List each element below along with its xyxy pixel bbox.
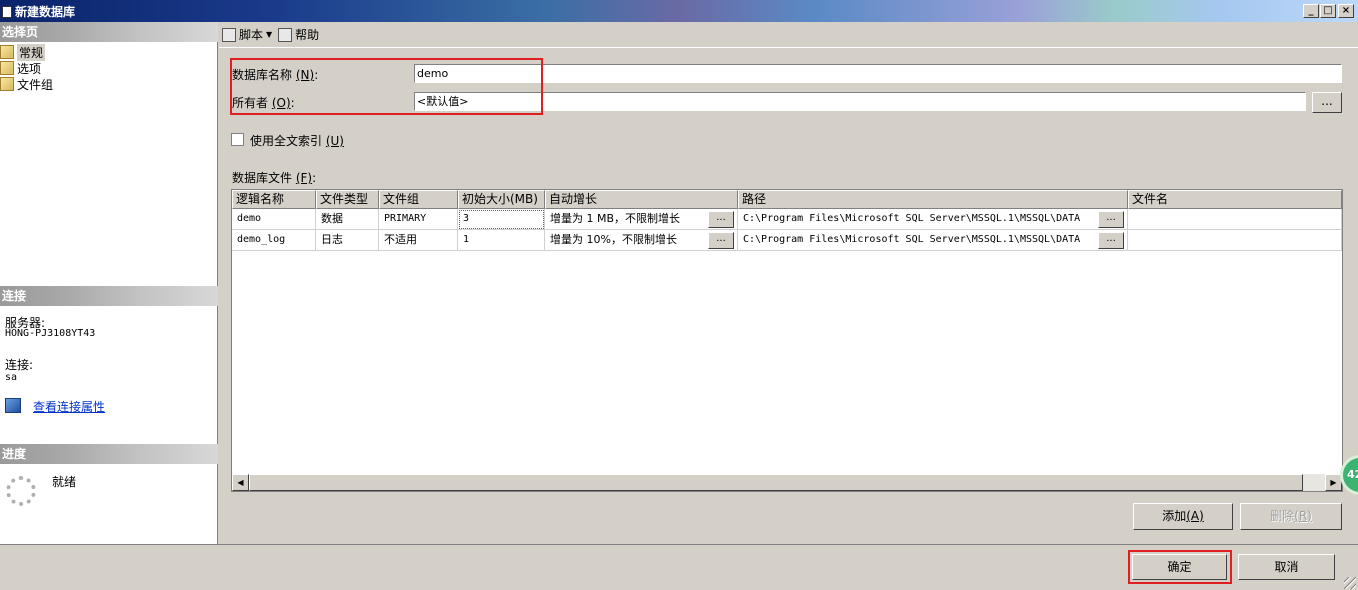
horizontal-scrollbar[interactable]: ◀ ▶ [232,474,1342,491]
progress-header: 进度 [0,444,218,464]
nav-item-filegroups[interactable]: 文件组 [0,76,53,92]
toolbar: 脚本 ▼ 帮助 [219,22,1358,48]
path-browse-button[interactable]: ... [1098,211,1124,228]
progress-status: 就绪 [52,475,77,489]
column-header-file-name[interactable]: 文件名 [1128,190,1342,209]
help-icon [278,27,293,42]
database-files-grid: 逻辑名称 文件类型 文件组 初始大小(MB) 自动增长 路径 文件名 demo … [231,189,1343,492]
column-header-path[interactable]: 路径 [738,190,1128,209]
remove-button[interactable]: 删除(R) [1240,503,1342,530]
fulltext-label: 使用全文索引 (U) [250,132,344,149]
nav-item-label: 常规 [17,43,46,61]
cell-initial-size[interactable]: 1 [458,230,545,251]
add-button-label: 添加 [1162,509,1187,523]
autogrowth-browse-button[interactable]: ... [708,211,734,228]
page-icon [0,45,14,59]
path-browse-button[interactable]: ... [1098,232,1124,249]
owner-browse-button[interactable]: ... [1312,92,1342,113]
db-name-input[interactable]: demo [414,64,1342,83]
connection-header: 连接 [0,286,218,306]
window-title: 新建数据库 [2,3,75,20]
cell-filegroup[interactable]: PRIMARY [379,209,458,230]
help-button[interactable]: 帮助 [278,26,319,43]
restore-button[interactable]: □ [1320,4,1336,18]
cell-initial-size[interactable]: 3 [458,209,545,230]
cell-path[interactable]: C:\Program Files\Microsoft SQL Server\MS… [738,209,1128,230]
owner-input[interactable]: <默认值> [414,92,1306,111]
cell-file-name[interactable] [1128,230,1342,251]
script-menu-button[interactable]: 脚本 ▼ [222,26,272,43]
view-connection-properties-link[interactable]: 查看连接属性 [33,398,105,415]
connection-label: 连接: [5,358,34,372]
highlight-box-name-owner [230,58,543,115]
left-panel: 选择页 常规 选项 文件组 连接 服务器: HONG-PJ3108YT43 连接… [0,22,218,544]
column-header-filegroup[interactable]: 文件组 [379,190,458,209]
progress-spinner-icon [6,476,36,506]
resize-grip-icon[interactable] [1344,577,1356,589]
db-files-label-text: 数据库文件 [232,171,293,185]
nav-item-options[interactable]: 选项 [0,60,41,76]
db-files-label: 数据库文件 (F): [232,171,317,185]
chevron-down-icon: ▼ [266,30,273,39]
bottom-bar: 确定 取消 [0,544,1358,590]
close-button[interactable]: × [1338,4,1354,18]
cell-file-type[interactable]: 数据 [316,209,379,230]
connection-value: sa [5,372,18,383]
cell-file-type[interactable]: 日志 [316,230,379,251]
nav-item-label: 文件组 [17,77,54,92]
db-files-access-key: (F) [295,171,313,185]
cell-path[interactable]: C:\Program Files\Microsoft SQL Server\MS… [738,230,1128,251]
connection-properties-icon[interactable] [5,398,21,413]
server-value: HONG-PJ3108YT43 [5,328,96,339]
fulltext-access-key: (U) [325,134,344,148]
select-page-header: 选择页 [0,22,218,42]
column-header-file-type[interactable]: 文件类型 [316,190,379,209]
cell-filegroup[interactable]: 不适用 [379,230,458,251]
add-access-key: (A) [1186,509,1204,523]
title-bar: 新建数据库 _ □ × [0,0,1358,22]
window-icon [2,5,12,18]
nav-item-label: 选项 [17,61,42,76]
help-label: 帮助 [295,28,320,42]
window-title-text: 新建数据库 [15,5,76,19]
scrollbar-thumb[interactable] [249,474,1303,491]
cell-file-name[interactable] [1128,209,1342,230]
remove-button-label: 删除 [1270,509,1295,523]
remove-access-key: (R) [1294,509,1312,523]
main-content: 数据库名称 (N): demo 所有者 (O): <默认值> ... 使用全文索… [219,48,1358,544]
fulltext-checkbox[interactable] [231,133,244,146]
scroll-left-icon[interactable]: ◀ [232,474,249,491]
add-button[interactable]: 添加(A) [1133,503,1233,530]
page-icon [0,77,14,91]
column-header-initial-size[interactable]: 初始大小(MB) [458,190,545,209]
column-header-autogrowth[interactable]: 自动增长 [545,190,738,209]
fulltext-label-text: 使用全文索引 [250,134,323,148]
cell-logical-name[interactable]: demo_log [232,230,316,251]
cell-logical-name[interactable]: demo [232,209,316,230]
minimize-button[interactable]: _ [1303,4,1319,18]
nav-item-general[interactable]: 常规 [0,43,46,61]
cancel-button[interactable]: 取消 [1238,554,1335,580]
page-icon [0,61,14,75]
column-header-logical-name[interactable]: 逻辑名称 [232,190,316,209]
highlight-box-ok [1128,550,1232,584]
autogrowth-browse-button[interactable]: ... [708,232,734,249]
script-label: 脚本 [239,28,264,42]
script-icon [222,27,236,42]
